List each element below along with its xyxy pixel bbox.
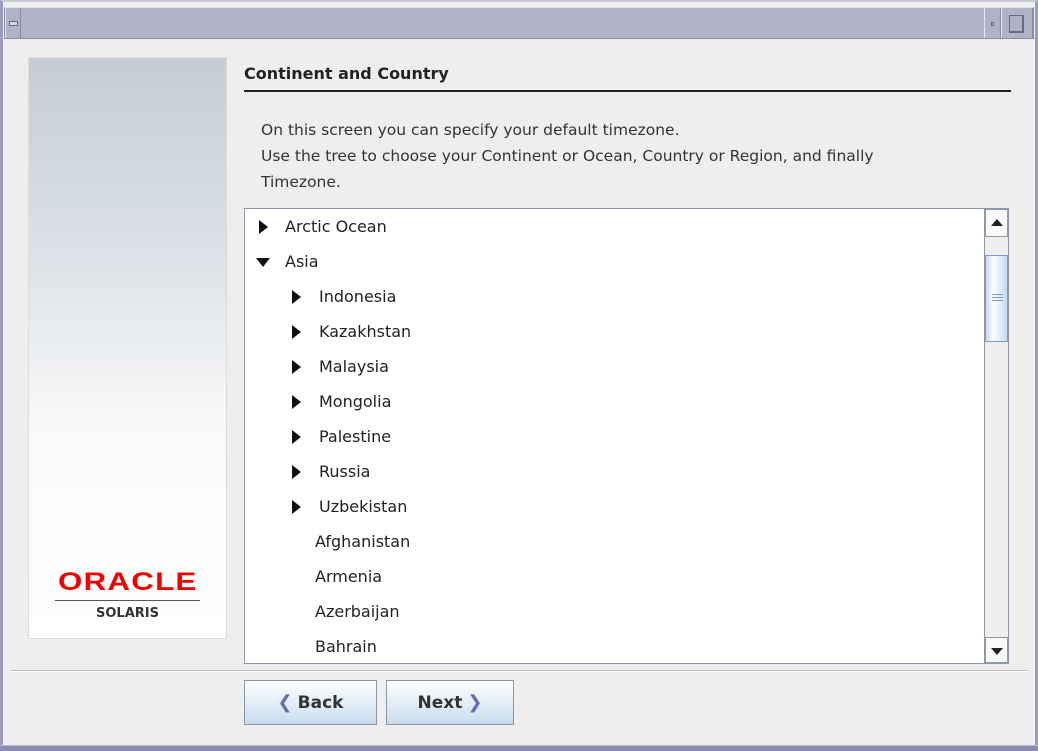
collapsed-arrow-icon[interactable] bbox=[259, 220, 268, 234]
divider bbox=[10, 670, 1028, 672]
title-bar[interactable] bbox=[4, 7, 1034, 39]
tree-node-label: Asia bbox=[285, 252, 319, 271]
description-line: Use the tree to choose your Continent or… bbox=[261, 147, 874, 165]
tree-node[interactable]: Malaysia bbox=[245, 352, 985, 382]
scroll-up-button[interactable] bbox=[985, 209, 1008, 237]
maximize-icon bbox=[1009, 15, 1024, 33]
tree-node[interactable]: Russia bbox=[245, 457, 985, 487]
tree-node[interactable]: Armenia bbox=[245, 562, 985, 592]
collapsed-arrow-icon[interactable] bbox=[292, 325, 301, 339]
arrow-down-icon bbox=[991, 648, 1003, 655]
oracle-solaris-logo: ORACLE SOLARIS bbox=[29, 568, 226, 621]
logo-product: SOLARIS bbox=[96, 606, 159, 621]
chevron-right-icon: ❯ bbox=[467, 692, 483, 713]
window-menu-icon bbox=[9, 21, 18, 26]
back-button[interactable]: ❮ Back bbox=[244, 680, 377, 725]
tree-node[interactable]: Azerbaijan bbox=[245, 597, 985, 627]
collapsed-arrow-icon[interactable] bbox=[292, 395, 301, 409]
logo-brand: ORACLE bbox=[57, 568, 198, 596]
vertical-scrollbar[interactable] bbox=[984, 209, 1008, 663]
tree-node-label: Uzbekistan bbox=[319, 497, 408, 516]
tree-node-label: Arctic Ocean bbox=[285, 217, 387, 236]
tree-node[interactable]: Mongolia bbox=[245, 387, 985, 417]
minimize-button[interactable] bbox=[984, 8, 1001, 38]
page-title: Continent and Country bbox=[244, 64, 1011, 92]
tree-node-label: Bahrain bbox=[315, 637, 377, 656]
back-label: Back bbox=[297, 692, 344, 713]
tree-node-label: Palestine bbox=[319, 427, 392, 446]
window-bottom-border bbox=[0, 745, 1038, 751]
scroll-thumb[interactable] bbox=[985, 255, 1008, 342]
collapsed-arrow-icon[interactable] bbox=[292, 500, 301, 514]
maximize-button[interactable] bbox=[1001, 8, 1033, 38]
next-label: Next bbox=[417, 692, 463, 713]
side-panel: ORACLE SOLARIS bbox=[28, 57, 227, 639]
description-line: On this screen you can specify your defa… bbox=[261, 121, 680, 139]
tree-node-label: Russia bbox=[319, 462, 371, 481]
tree-node-label: Mongolia bbox=[319, 392, 392, 411]
tree-node-label: Afghanistan bbox=[315, 532, 411, 551]
tree-node[interactable]: Kazakhstan bbox=[245, 317, 985, 347]
timezone-tree[interactable]: Bahrain Azerbaijan Armenia Afghanistan Uzbek… bbox=[244, 208, 1009, 664]
tree-node-label: Armenia bbox=[315, 567, 383, 586]
window-menu-button[interactable] bbox=[5, 8, 21, 38]
next-button[interactable]: Next ❯ bbox=[386, 680, 514, 725]
tree-node[interactable]: Uzbekistan bbox=[245, 492, 985, 522]
tree-node-label: Kazakhstan bbox=[319, 322, 412, 341]
arrow-up-icon bbox=[991, 219, 1003, 226]
scroll-down-button[interactable] bbox=[985, 637, 1008, 663]
collapsed-arrow-icon[interactable] bbox=[292, 290, 301, 304]
tree-node[interactable]: Bahrain bbox=[245, 632, 985, 662]
expanded-arrow-icon[interactable] bbox=[256, 258, 270, 267]
tree-node-label: Indonesia bbox=[319, 287, 397, 306]
collapsed-arrow-icon[interactable] bbox=[292, 430, 301, 444]
collapsed-arrow-icon[interactable] bbox=[292, 465, 301, 479]
minimize-icon bbox=[991, 22, 994, 26]
tree-node[interactable]: Indonesia bbox=[245, 282, 985, 312]
chevron-left-icon: ❮ bbox=[277, 692, 293, 713]
tree-node[interactable]: Palestine bbox=[245, 422, 985, 452]
description: On this screen you can specify your defa… bbox=[261, 117, 874, 195]
tree-node-label: Azerbaijan bbox=[315, 602, 400, 621]
tree-node[interactable]: Asia bbox=[245, 247, 985, 277]
tree-node[interactable]: Afghanistan bbox=[245, 527, 985, 557]
tree-node[interactable]: Arctic Ocean bbox=[245, 212, 985, 242]
tree-node-label: Malaysia bbox=[319, 357, 389, 376]
description-line: Timezone. bbox=[261, 173, 341, 191]
collapsed-arrow-icon[interactable] bbox=[292, 360, 301, 374]
